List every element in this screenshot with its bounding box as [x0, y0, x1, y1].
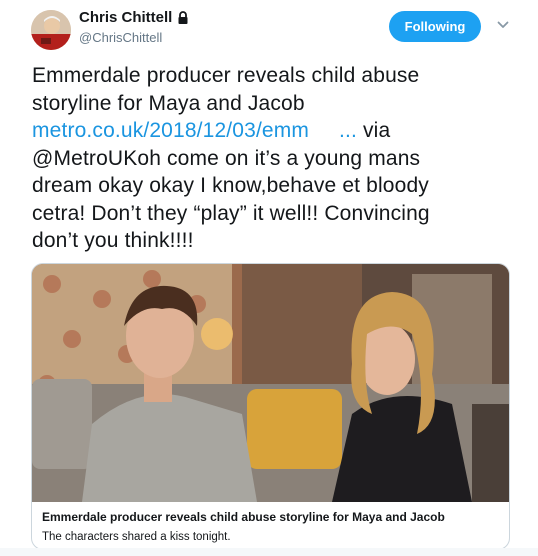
card-description: The characters shared a kiss tonight. [42, 531, 231, 543]
tweet-text-line: cetra! Don’t they “play” it well!! Convi… [32, 201, 430, 225]
avatar[interactable] [31, 10, 71, 50]
card-title[interactable]: Emmerdale producer reveals child abuse s… [42, 510, 445, 524]
profile-photo-icon [31, 10, 71, 50]
link-preview-card[interactable]: Emmerdale producer reveals child abuse s… [31, 263, 510, 550]
tweet-text: Emmerdale producer reveals child abuse s… [32, 62, 502, 255]
tweet-text-line: storyline for Maya and Jacob [32, 91, 305, 115]
tweet-text-line: don’t you think!!!! [32, 229, 194, 252]
user-handle[interactable]: @ChrisChittell [79, 30, 162, 45]
display-name[interactable]: Chris Chittell [79, 9, 172, 26]
divider [0, 548, 538, 556]
chevron-down-icon[interactable] [497, 20, 509, 30]
article-image [32, 264, 509, 502]
tweet-text-line: dream okay okay I know,behave et bloody [32, 174, 429, 197]
following-button[interactable]: Following [389, 11, 481, 42]
article-link[interactable]: metro.co.uk/2018/12/03/emm [32, 119, 309, 142]
name-row: Chris Chittell [79, 9, 189, 26]
via-text: via [357, 119, 391, 142]
tweet-text-line: Emmerdale producer reveals child abuse [32, 64, 420, 87]
tweet-link-line: metro.co.uk/2018/12/03/emm... via [32, 117, 502, 145]
link-ellipsis[interactable]: ... [339, 119, 357, 142]
lock-icon [178, 10, 188, 24]
tweet: Chris Chittell @ChrisChittell Following … [0, 0, 538, 556]
tweet-text-line: @MetroUKoh come on it’s a young mans [32, 146, 421, 170]
